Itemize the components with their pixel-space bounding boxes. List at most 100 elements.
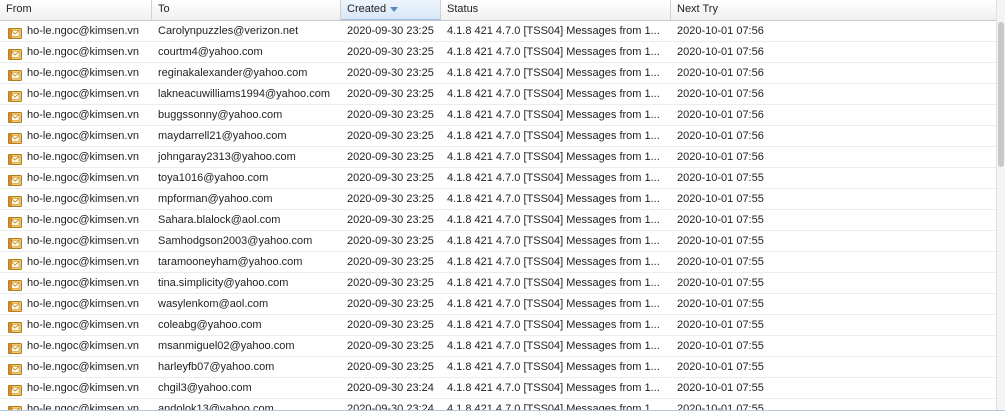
scrollbar-thumb[interactable] bbox=[998, 22, 1004, 167]
cell-next-try: 2020-10-01 07:55 bbox=[677, 172, 764, 184]
from-address: ho-le.ngoc@kimsen.vn bbox=[27, 340, 140, 352]
cell-created: 2020-09-30 23:25 bbox=[347, 151, 434, 163]
from-address: ho-le.ngoc@kimsen.vn bbox=[27, 46, 140, 58]
from-address: ho-le.ngoc@kimsen.vn bbox=[27, 172, 140, 184]
from-address: ho-le.ngoc@kimsen.vn bbox=[27, 277, 140, 289]
cell-next-try: 2020-10-01 07:55 bbox=[677, 214, 764, 226]
cell-to: buggssonny@yahoo.com bbox=[158, 109, 283, 121]
cell-to: maydarrell21@yahoo.com bbox=[158, 130, 287, 142]
cell-from: ho-le.ngoc@kimsen.vn bbox=[0, 231, 152, 251]
cell-to: tina.simplicity@yahoo.com bbox=[158, 277, 289, 289]
cell-status: 4.1.8 421 4.7.0 [TSS04] Messages from 1.… bbox=[447, 361, 660, 373]
grid-body: ho-le.ngoc@kimsen.vn Carolynpuzzles@veriz… bbox=[0, 21, 996, 414]
from-address: ho-le.ngoc@kimsen.vn bbox=[27, 25, 140, 37]
cell-next-try: 2020-10-01 07:55 bbox=[677, 256, 764, 268]
cell-next-try: 2020-10-01 07:55 bbox=[677, 277, 764, 289]
cell-from: ho-le.ngoc@kimsen.vn bbox=[0, 105, 152, 125]
cell-status: 4.1.8 421 4.7.0 [TSS04] Messages from 1.… bbox=[447, 277, 660, 289]
cell-from: ho-le.ngoc@kimsen.vn bbox=[0, 273, 152, 293]
cell-status: 4.1.8 421 4.7.0 [TSS04] Messages from 1.… bbox=[447, 340, 660, 352]
cell-status: 4.1.8 421 4.7.0 [TSS04] Messages from 1.… bbox=[447, 67, 660, 79]
table-row[interactable]: ho-le.ngoc@kimsen.vn buggssonny@yahoo.com… bbox=[0, 105, 996, 126]
column-header-created[interactable]: Created bbox=[341, 0, 441, 20]
table-row[interactable]: ho-le.ngoc@kimsen.vn Sahara.blalock@aol.c… bbox=[0, 210, 996, 231]
column-header-next-try[interactable]: Next Try bbox=[671, 0, 996, 20]
from-address: ho-le.ngoc@kimsen.vn bbox=[27, 67, 140, 79]
cell-created: 2020-09-30 23:25 bbox=[347, 298, 434, 310]
cell-from: ho-le.ngoc@kimsen.vn bbox=[0, 42, 152, 62]
column-header-from[interactable]: From bbox=[0, 0, 152, 20]
from-address: ho-le.ngoc@kimsen.vn bbox=[27, 193, 140, 205]
cell-next-try: 2020-10-01 07:56 bbox=[677, 109, 764, 121]
cell-status: 4.1.8 421 4.7.0 [TSS04] Messages from 1.… bbox=[447, 46, 660, 58]
table-row[interactable]: ho-le.ngoc@kimsen.vn lakneacuwilliams1994… bbox=[0, 84, 996, 105]
cell-next-try: 2020-10-01 07:56 bbox=[677, 25, 764, 37]
cell-created: 2020-09-30 23:25 bbox=[347, 340, 434, 352]
table-row[interactable]: ho-le.ngoc@kimsen.vn Samhodgson2003@yahoo… bbox=[0, 231, 996, 252]
cell-status: 4.1.8 421 4.7.0 [TSS04] Messages from 1.… bbox=[447, 88, 660, 100]
cell-from: ho-le.ngoc@kimsen.vn bbox=[0, 168, 152, 188]
table-row[interactable]: ho-le.ngoc@kimsen.vn msanmiguel02@yahoo.c… bbox=[0, 336, 996, 357]
cell-from: ho-le.ngoc@kimsen.vn bbox=[0, 357, 152, 377]
column-header-label: From bbox=[6, 3, 32, 15]
table-row[interactable]: ho-le.ngoc@kimsen.vn coleabg@yahoo.com 202… bbox=[0, 315, 996, 336]
cell-status: 4.1.8 421 4.7.0 [TSS04] Messages from 1.… bbox=[447, 109, 660, 121]
from-address: ho-le.ngoc@kimsen.vn bbox=[27, 361, 140, 373]
cell-created: 2020-09-30 23:25 bbox=[347, 130, 434, 142]
from-address: ho-le.ngoc@kimsen.vn bbox=[27, 298, 140, 310]
cell-next-try: 2020-10-01 07:55 bbox=[677, 298, 764, 310]
cell-to: toya1016@yahoo.com bbox=[158, 172, 269, 184]
column-header-status[interactable]: Status bbox=[441, 0, 671, 20]
cell-from: ho-le.ngoc@kimsen.vn bbox=[0, 21, 152, 41]
cell-from: ho-le.ngoc@kimsen.vn bbox=[0, 147, 152, 167]
table-row[interactable]: ho-le.ngoc@kimsen.vn toya1016@yahoo.com 20… bbox=[0, 168, 996, 189]
table-row[interactable]: ho-le.ngoc@kimsen.vn reginakalexander@yah… bbox=[0, 63, 996, 84]
table-row[interactable]: ho-le.ngoc@kimsen.vn harleyfb07@yahoo.com… bbox=[0, 357, 996, 378]
cell-from: ho-le.ngoc@kimsen.vn bbox=[0, 126, 152, 146]
table-row[interactable]: ho-le.ngoc@kimsen.vn wasylenkom@aol.com 20… bbox=[0, 294, 996, 315]
cell-created: 2020-09-30 23:25 bbox=[347, 256, 434, 268]
envelope-icon bbox=[8, 47, 22, 60]
mail-queue-grid: From To Created Status Next Try ho-le.ng… bbox=[0, 0, 996, 414]
from-address: ho-le.ngoc@kimsen.vn bbox=[27, 382, 140, 394]
cell-status: 4.1.8 421 4.7.0 [TSS04] Messages from 1.… bbox=[447, 298, 660, 310]
cell-created: 2020-09-30 23:25 bbox=[347, 193, 434, 205]
cell-created: 2020-09-30 23:25 bbox=[347, 25, 434, 37]
cell-next-try: 2020-10-01 07:55 bbox=[677, 319, 764, 331]
envelope-icon bbox=[8, 68, 22, 81]
cell-from: ho-le.ngoc@kimsen.vn bbox=[0, 189, 152, 209]
cell-status: 4.1.8 421 4.7.0 [TSS04] Messages from 1.… bbox=[447, 382, 660, 394]
cell-next-try: 2020-10-01 07:56 bbox=[677, 88, 764, 100]
cell-from: ho-le.ngoc@kimsen.vn bbox=[0, 252, 152, 272]
cell-status: 4.1.8 421 4.7.0 [TSS04] Messages from 1.… bbox=[447, 172, 660, 184]
cell-status: 4.1.8 421 4.7.0 [TSS04] Messages from 1.… bbox=[447, 256, 660, 268]
table-row[interactable]: ho-le.ngoc@kimsen.vn Carolynpuzzles@veriz… bbox=[0, 21, 996, 42]
envelope-icon bbox=[8, 341, 22, 354]
table-row[interactable]: ho-le.ngoc@kimsen.vn maydarrell21@yahoo.c… bbox=[0, 126, 996, 147]
table-row[interactable]: ho-le.ngoc@kimsen.vn courtm4@yahoo.com 202… bbox=[0, 42, 996, 63]
column-header-label: Created bbox=[347, 3, 387, 15]
envelope-icon bbox=[8, 362, 22, 375]
cell-from: ho-le.ngoc@kimsen.vn bbox=[0, 210, 152, 230]
column-header-to[interactable]: To bbox=[152, 0, 341, 20]
envelope-icon bbox=[8, 257, 22, 270]
cell-to: coleabg@yahoo.com bbox=[158, 319, 262, 331]
cell-to: mpforman@yahoo.com bbox=[158, 193, 273, 205]
cell-from: ho-le.ngoc@kimsen.vn bbox=[0, 315, 152, 335]
vertical-scrollbar[interactable] bbox=[996, 0, 1005, 414]
column-header-label: Next Try bbox=[677, 3, 718, 15]
envelope-icon bbox=[8, 320, 22, 333]
envelope-icon bbox=[8, 26, 22, 39]
cell-created: 2020-09-30 23:25 bbox=[347, 319, 434, 331]
table-row[interactable]: ho-le.ngoc@kimsen.vn johngaray2313@yahoo.… bbox=[0, 147, 996, 168]
cell-next-try: 2020-10-01 07:55 bbox=[677, 235, 764, 247]
envelope-icon bbox=[8, 131, 22, 144]
cell-status: 4.1.8 421 4.7.0 [TSS04] Messages from 1.… bbox=[447, 151, 660, 163]
table-row[interactable]: ho-le.ngoc@kimsen.vn tina.simplicity@yaho… bbox=[0, 273, 996, 294]
cell-created: 2020-09-30 23:25 bbox=[347, 88, 434, 100]
cell-created: 2020-09-30 23:25 bbox=[347, 109, 434, 121]
table-row[interactable]: ho-le.ngoc@kimsen.vn chgil3@yahoo.com 2020… bbox=[0, 378, 996, 399]
table-row[interactable]: ho-le.ngoc@kimsen.vn taramooneyham@yahoo.… bbox=[0, 252, 996, 273]
table-row[interactable]: ho-le.ngoc@kimsen.vn mpforman@yahoo.com 20… bbox=[0, 189, 996, 210]
cell-to: reginakalexander@yahoo.com bbox=[158, 67, 308, 79]
